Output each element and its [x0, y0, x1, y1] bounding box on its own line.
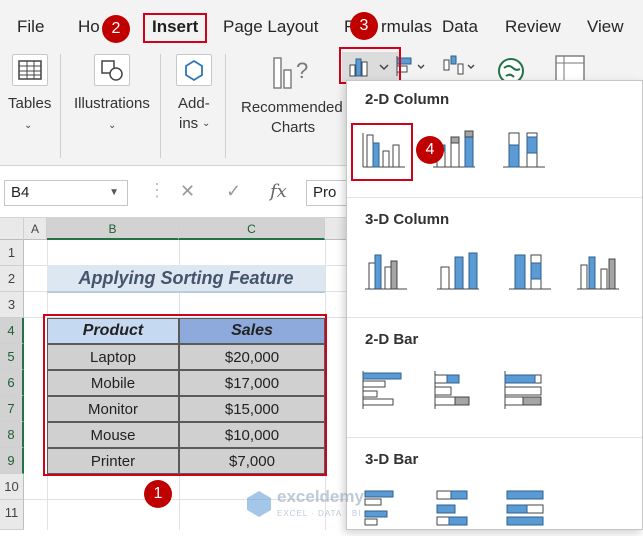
exceldemy-logo-icon — [247, 491, 271, 517]
insert-function-icon[interactable]: fx — [270, 181, 287, 202]
ribbon-separator — [60, 54, 61, 158]
chevron-down-icon: ⌄ — [108, 120, 117, 131]
step-marker-2: 2 — [102, 15, 130, 43]
addins-label-line2: ins — [179, 115, 199, 132]
table-icon — [12, 54, 48, 86]
100-stacked-bar-icon — [504, 371, 542, 409]
select-all-corner[interactable] — [0, 218, 24, 240]
enter-icon[interactable]: ✓ — [226, 181, 241, 202]
3d-stacked-bar-icon — [436, 490, 468, 526]
waterfall-chart-icon — [443, 55, 475, 75]
insert-tab-highlight — [143, 13, 207, 43]
addins-label-line1: Add- — [178, 95, 210, 112]
row-header-10[interactable]: 10 — [0, 474, 24, 500]
3d-column-option[interactable] — [573, 247, 623, 293]
section-divider — [347, 437, 642, 438]
row-header-5[interactable]: 5 — [0, 344, 24, 370]
row-header-11[interactable]: 11 — [0, 500, 24, 530]
step-marker-4: 4 — [416, 136, 444, 164]
waterfall-chart-button[interactable] — [438, 52, 482, 82]
stacked-bar-icon — [434, 371, 470, 409]
shapes-icon — [94, 54, 130, 86]
exceldemy-watermark: exceldemy EXCEL · DATA · BI — [245, 485, 405, 525]
more-options-icon: ⋮ — [148, 180, 166, 200]
clustered-column-highlight — [351, 123, 413, 181]
clustered-bar-icon — [362, 371, 402, 409]
recommended-label-line1: Recommended — [241, 99, 343, 116]
ribbon-separator — [160, 54, 161, 158]
chevron-down-icon[interactable]: ▼ — [109, 187, 119, 198]
tab-file[interactable]: File — [17, 17, 44, 37]
100-stacked-bar-option[interactable] — [501, 367, 551, 413]
row-header-2[interactable]: 2 — [0, 266, 24, 292]
row-header-9[interactable]: 9 — [0, 448, 24, 474]
row-header-6[interactable]: 6 — [0, 370, 24, 396]
illustrations-label: Illustrations — [74, 95, 150, 112]
row-header-3[interactable]: 3 — [0, 292, 24, 318]
tab-data[interactable]: Data — [442, 17, 478, 37]
row-header-1[interactable]: 1 — [0, 240, 24, 266]
clustered-bar-option[interactable] — [359, 367, 409, 413]
section-3d-column-title: 3-D Column — [365, 211, 450, 228]
tab-page-layout[interactable]: Page Layout — [223, 17, 318, 37]
watermark-name: exceldemy — [277, 487, 364, 506]
tables-label: Tables — [8, 95, 52, 112]
3d-stacked-bar-option[interactable] — [431, 485, 481, 531]
recommended-charts-icon: ? — [270, 52, 314, 92]
ribbon-separator — [225, 54, 226, 158]
3d-100-stacked-bar-icon — [506, 490, 544, 526]
stacked-bar-option[interactable] — [431, 367, 481, 413]
name-box-value: B4 — [11, 184, 30, 201]
chevron-down-icon: ⌄ — [202, 118, 211, 129]
sheet-title[interactable]: Applying Sorting Feature — [47, 265, 325, 293]
3d-column-icon — [577, 256, 619, 290]
watermark-tagline: EXCEL · DATA · BI — [277, 509, 362, 518]
tab-view[interactable]: View — [587, 17, 624, 37]
3d-stacked-column-icon — [437, 252, 479, 290]
step-marker-3: 3 — [350, 12, 378, 40]
name-box[interactable]: B4 ▼ — [4, 180, 128, 206]
column-header-a[interactable]: A — [24, 218, 47, 240]
3d-100-stacked-column-option[interactable] — [505, 247, 555, 293]
column-chart-highlight — [339, 47, 401, 84]
100-stacked-column-icon — [503, 132, 545, 168]
column-header-b[interactable]: B — [47, 218, 179, 240]
tab-formulas[interactable]: rmulas — [381, 17, 432, 37]
100-stacked-column-option[interactable] — [499, 127, 549, 173]
cancel-icon[interactable]: ✕ — [180, 181, 195, 202]
3d-100-stacked-bar-option[interactable] — [501, 485, 551, 531]
3d-100-stacked-column-icon — [509, 254, 551, 290]
svg-text:?: ? — [296, 58, 308, 83]
row-header-8[interactable]: 8 — [0, 422, 24, 448]
ribbon-tab-bar: File Ho Insert Page Layout F rmulas Data… — [0, 0, 643, 46]
table-range-highlight — [43, 314, 327, 476]
step-marker-1: 1 — [144, 480, 172, 508]
section-3d-bar-title: 3-D Bar — [365, 451, 419, 468]
tab-home[interactable]: Ho — [78, 17, 100, 37]
recommended-label-line2: Charts — [271, 119, 316, 136]
chart-type-dropdown: 2-D Column 3-D Column 2-D Bar 3-D Bar — [346, 80, 643, 530]
section-divider — [347, 317, 642, 318]
tab-review[interactable]: Review — [505, 17, 561, 37]
3d-clustered-column-option[interactable] — [361, 247, 411, 293]
row-header-4[interactable]: 4 — [0, 318, 24, 344]
section-2d-bar-title: 2-D Bar — [365, 331, 419, 348]
section-divider — [347, 197, 642, 198]
column-header-c[interactable]: C — [179, 218, 325, 240]
chevron-down-icon: ⌄ — [24, 120, 33, 131]
addins-icon — [176, 54, 212, 86]
row-header-7[interactable]: 7 — [0, 396, 24, 422]
3d-stacked-column-option[interactable] — [433, 247, 483, 293]
3d-clustered-column-icon — [365, 254, 407, 290]
section-2d-column-title: 2-D Column — [365, 91, 450, 108]
